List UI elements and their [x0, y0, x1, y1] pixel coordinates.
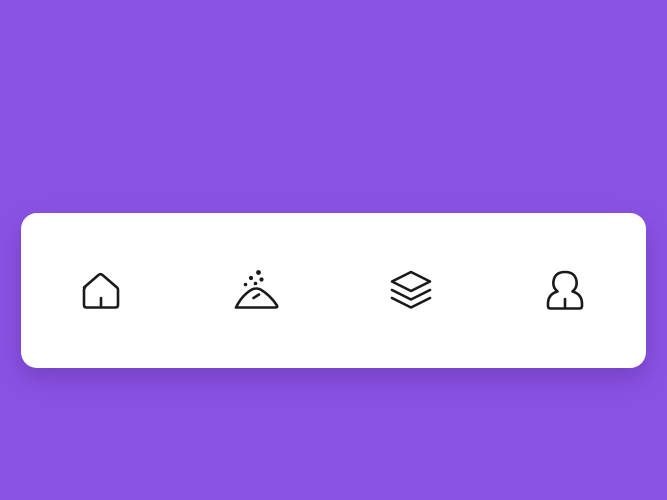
sand-pile-icon [234, 269, 279, 309]
tab-home[interactable] [77, 266, 127, 316]
user-icon [546, 270, 584, 310]
bottom-tab-bar [21, 213, 646, 368]
tab-collections[interactable] [386, 266, 436, 316]
house-icon [82, 272, 120, 309]
layers-icon [390, 270, 431, 309]
tab-explore[interactable] [231, 266, 281, 316]
tab-profile[interactable] [540, 266, 590, 316]
